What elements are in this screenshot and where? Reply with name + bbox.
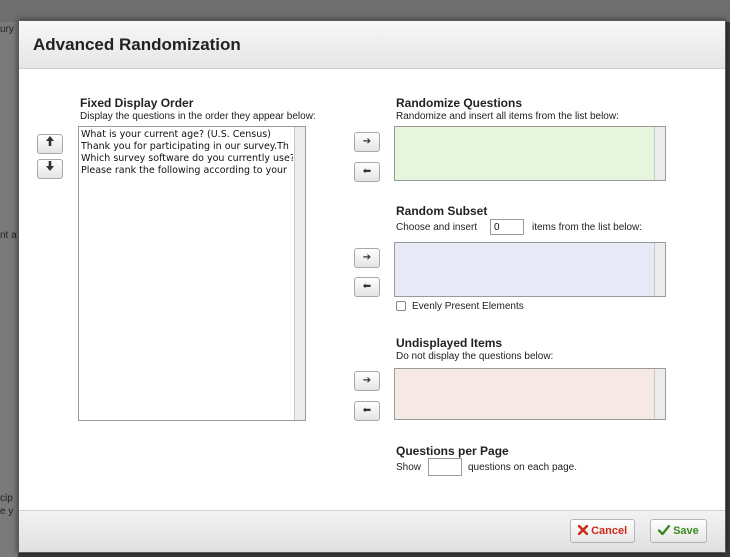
background-text-fragment: nt a xyxy=(0,230,17,241)
move-down-button[interactable] xyxy=(37,159,63,179)
questions-per-page-prefix: Show xyxy=(396,462,422,473)
random-subset-desc-prefix: Choose and insert xyxy=(396,222,478,233)
background-text-fragment: cip xyxy=(0,493,13,504)
randomize-questions-list[interactable] xyxy=(394,126,666,181)
evenly-present-checkbox[interactable] xyxy=(396,301,406,311)
save-button[interactable]: Save xyxy=(650,519,707,543)
list-item[interactable]: What is your current age? (U.S. Census) xyxy=(81,129,293,141)
arrow-right-icon: ➔ xyxy=(362,136,372,147)
cancel-x-icon xyxy=(577,524,591,537)
checkmark-icon xyxy=(657,524,673,537)
evenly-present-label: Evenly Present Elements xyxy=(412,301,524,312)
random-subset-desc-suffix: items from the list below: xyxy=(532,222,643,233)
background-page-top xyxy=(0,0,730,22)
random-subset-count-input[interactable] xyxy=(490,219,524,235)
list-item[interactable]: Which survey software do you currently u… xyxy=(81,153,293,165)
move-to-undisplayed-button[interactable]: ➔ xyxy=(354,371,380,391)
questions-per-page-input[interactable] xyxy=(428,458,462,476)
random-subset-title: Random Subset xyxy=(396,204,488,218)
fixed-order-list[interactable]: What is your current age? (U.S. Census) … xyxy=(78,126,306,421)
subset-scrollbar[interactable] xyxy=(654,243,665,296)
questions-per-page-suffix: questions on each page. xyxy=(468,462,577,473)
save-label: Save xyxy=(673,525,699,537)
undisplayed-items-description: Do not display the questions below: xyxy=(396,351,554,362)
arrow-up-icon xyxy=(46,136,54,149)
move-to-subset-button[interactable]: ➔ xyxy=(354,248,380,268)
fixed-order-scrollbar[interactable] xyxy=(294,127,305,420)
arrow-down-icon xyxy=(46,161,54,174)
undisplayed-scrollbar[interactable] xyxy=(654,369,665,419)
list-item[interactable]: Please rank the following according to y… xyxy=(81,165,293,177)
undisplayed-items-title: Undisplayed Items xyxy=(396,336,503,350)
arrow-left-icon: ⬅ xyxy=(362,281,372,292)
cancel-button[interactable]: Cancel xyxy=(570,519,636,543)
background-text-fragment: e y xyxy=(0,506,14,517)
background-text-fragment: ury xyxy=(0,24,14,35)
advanced-randomization-dialog: Advanced Randomization Fixed Display Ord… xyxy=(18,20,726,553)
dialog-title-bar: Advanced Randomization xyxy=(19,21,725,69)
list-item[interactable]: Thank you for participating in our surve… xyxy=(81,141,293,153)
cancel-label: Cancel xyxy=(591,525,628,537)
fixed-order-title: Fixed Display Order xyxy=(80,96,194,110)
questions-per-page-title: Questions per Page xyxy=(396,444,509,458)
move-to-randomize-button[interactable]: ➔ xyxy=(354,132,380,152)
move-from-subset-button[interactable]: ⬅ xyxy=(354,277,380,297)
arrow-left-icon: ⬅ xyxy=(362,405,372,416)
undisplayed-items-list[interactable] xyxy=(394,368,666,420)
randomize-questions-title: Randomize Questions xyxy=(396,96,523,110)
random-subset-list[interactable] xyxy=(394,242,666,297)
background-page-left xyxy=(0,22,18,557)
move-up-button[interactable] xyxy=(37,134,63,154)
arrow-left-icon: ⬅ xyxy=(362,166,372,177)
move-from-randomize-button[interactable]: ⬅ xyxy=(354,162,380,182)
fixed-order-items: What is your current age? (U.S. Census) … xyxy=(79,127,305,177)
randomize-questions-description: Randomize and insert all items from the … xyxy=(396,111,619,122)
fixed-order-description: Display the questions in the order they … xyxy=(80,111,316,122)
arrow-right-icon: ➔ xyxy=(362,252,372,263)
arrow-right-icon: ➔ xyxy=(362,375,372,386)
dialog-footer: Cancel Save xyxy=(19,510,725,552)
randomize-scrollbar[interactable] xyxy=(654,127,665,180)
dialog-title: Advanced Randomization xyxy=(33,35,241,54)
move-from-undisplayed-button[interactable]: ⬅ xyxy=(354,401,380,421)
